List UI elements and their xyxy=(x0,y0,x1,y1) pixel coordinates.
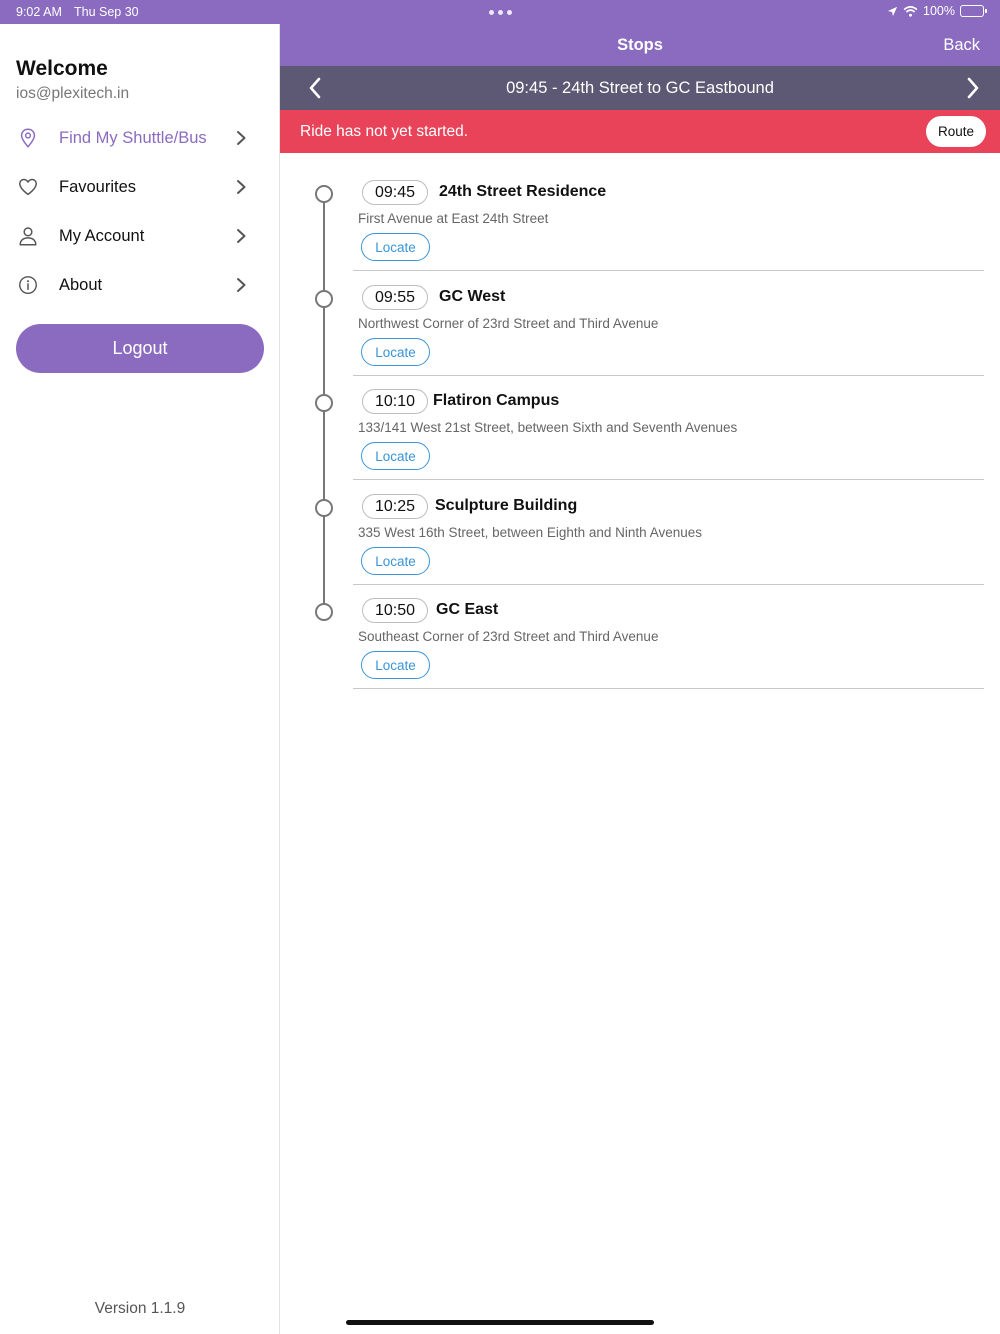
stop-marker-icon xyxy=(315,394,333,412)
welcome-heading: Welcome xyxy=(16,57,108,80)
locate-button[interactable]: Locate xyxy=(361,651,430,679)
info-icon xyxy=(19,276,37,294)
sidebar-item-about[interactable]: About xyxy=(0,263,280,307)
stop-address: 335 West 16th Street, between Eighth and… xyxy=(358,525,702,540)
user-email: ios@plexitech.in xyxy=(16,85,130,102)
back-button[interactable]: Back xyxy=(943,36,980,55)
stop-address: Northwest Corner of 23rd Street and Thir… xyxy=(358,316,659,331)
battery-percent: 100% xyxy=(923,4,955,18)
status-time: 9:02 AM xyxy=(16,5,62,19)
sidebar-item-label: Find My Shuttle/Bus xyxy=(59,128,207,147)
status-right: 100% xyxy=(887,4,987,18)
location-arrow-icon xyxy=(887,6,898,16)
ride-selector: 09:45 - 24th Street to GC Eastbound xyxy=(280,66,1000,110)
stop-marker-icon xyxy=(315,185,333,203)
app-version: Version 1.1.9 xyxy=(94,1300,186,1317)
stop-item: 10:10 Flatiron Campus 133/141 West 21st … xyxy=(280,371,1000,480)
chevron-right-icon xyxy=(237,278,246,292)
chevron-right-icon[interactable] xyxy=(966,77,980,99)
stop-marker-icon xyxy=(315,290,333,308)
sidebar: Welcome ios@plexitech.in Find My Shuttle… xyxy=(0,24,280,1334)
person-icon xyxy=(19,227,37,246)
stop-address: 133/141 West 21st Street, between Sixth … xyxy=(358,420,738,435)
sidebar-item-label: Favourites xyxy=(59,177,137,196)
stop-time: 10:25 xyxy=(362,494,429,519)
heart-icon xyxy=(19,178,37,196)
chevron-right-icon xyxy=(237,229,246,243)
status-date: Thu Sep 30 xyxy=(74,5,139,19)
battery-icon xyxy=(960,5,987,17)
stop-name: 24th Street Residence xyxy=(439,183,607,200)
stop-time: 10:10 xyxy=(362,389,429,414)
logout-button[interactable]: Logout xyxy=(16,324,264,373)
stop-name: GC West xyxy=(439,288,506,305)
stop-marker-icon xyxy=(315,603,333,621)
sidebar-item-label: My Account xyxy=(59,226,145,245)
stop-address: First Avenue at East 24th Street xyxy=(358,211,549,226)
main-panel: Stops Back 09:45 - 24th Street to GC Eas… xyxy=(280,24,1000,1334)
location-pin-icon xyxy=(20,128,36,148)
stop-name: Sculpture Building xyxy=(435,497,578,514)
stop-item: 09:45 24th Street Residence First Avenue… xyxy=(280,162,1000,271)
divider xyxy=(353,688,984,689)
route-button[interactable]: Route xyxy=(926,116,986,147)
nav-bar: Stops Back xyxy=(280,24,1000,66)
sidebar-item-find-shuttle[interactable]: Find My Shuttle/Bus xyxy=(0,116,280,160)
sidebar-item-label: About xyxy=(59,275,103,294)
page-title: Stops xyxy=(617,36,663,54)
wifi-icon xyxy=(903,5,918,17)
sidebar-item-favourites[interactable]: Favourites xyxy=(0,165,280,209)
stop-marker-icon xyxy=(315,499,333,517)
stop-name: Flatiron Campus xyxy=(433,392,560,409)
stop-address: Southeast Corner of 23rd Street and Thir… xyxy=(358,629,659,644)
status-bar: 9:02 AM Thu Sep 30 100% xyxy=(0,0,1000,24)
locate-button[interactable]: Locate xyxy=(361,233,430,261)
stop-name: GC East xyxy=(436,601,499,618)
ride-status-text: Ride has not yet started. xyxy=(300,123,469,140)
stop-item: 10:25 Sculpture Building 335 West 16th S… xyxy=(280,476,1000,585)
locate-button[interactable]: Locate xyxy=(361,442,430,470)
ride-status-banner: Ride has not yet started. Route xyxy=(280,110,1000,153)
sidebar-item-my-account[interactable]: My Account xyxy=(0,214,280,258)
stop-time: 09:55 xyxy=(362,285,429,310)
ride-title: 09:45 - 24th Street to GC Eastbound xyxy=(506,79,774,97)
locate-button[interactable]: Locate xyxy=(361,547,430,575)
multitasking-dots-icon[interactable] xyxy=(489,10,512,15)
chevron-right-icon xyxy=(237,131,246,145)
locate-button[interactable]: Locate xyxy=(361,338,430,366)
stop-time: 09:45 xyxy=(362,180,429,205)
stop-item: 09:55 GC West Northwest Corner of 23rd S… xyxy=(280,267,1000,376)
chevron-right-icon xyxy=(237,180,246,194)
stop-time: 10:50 xyxy=(362,598,429,623)
home-indicator[interactable] xyxy=(346,1320,654,1325)
stop-item: 10:50 GC East Southeast Corner of 23rd S… xyxy=(280,580,1000,689)
